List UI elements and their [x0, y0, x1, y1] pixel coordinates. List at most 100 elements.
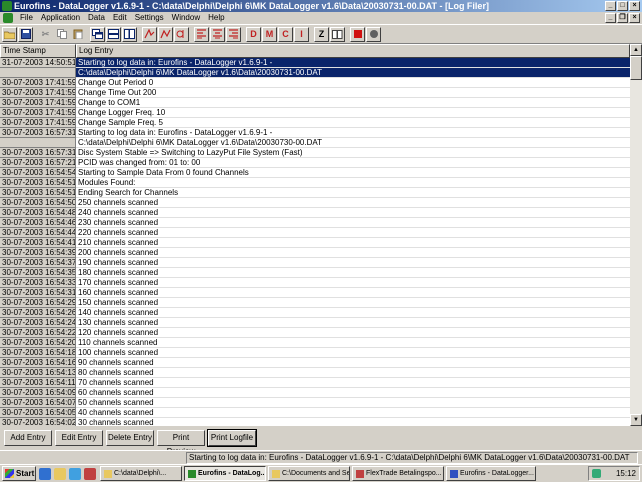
menu-help[interactable]: Help: [204, 12, 228, 24]
column-header-timestamp[interactable]: Time Stamp: [0, 44, 76, 58]
title-bar[interactable]: Eurofins - DataLogger v1.6.9-1 - C:\data…: [0, 0, 642, 12]
table-row[interactable]: 30-07-2003 17:41:59 Change to COM1: [0, 98, 630, 108]
taskbar-button[interactable]: Eurofins - DataLog...: [184, 466, 266, 481]
align-left-icon[interactable]: [194, 26, 209, 42]
module-i-button[interactable]: I: [294, 26, 309, 42]
explorer-quicklaunch-icon[interactable]: [54, 467, 66, 480]
table-row[interactable]: 30-07-2003 16:54:44 220 channels scanned: [0, 228, 630, 238]
zoom-z-button[interactable]: Z: [314, 26, 329, 42]
table-row[interactable]: C:\data\Delphi\Delphi 6\MK DataLogger v1…: [0, 138, 630, 148]
book-icon[interactable]: [330, 26, 345, 42]
app-icon[interactable]: [2, 1, 12, 11]
table-row[interactable]: 30-07-2003 16:54:13 80 channels scanned: [0, 368, 630, 378]
scroll-down-button[interactable]: ▼: [630, 414, 642, 426]
minimize-button[interactable]: _: [605, 1, 616, 11]
table-row[interactable]: 30-07-2003 17:41:59 Change Time Out 200: [0, 88, 630, 98]
taskbar-button[interactable]: C:\Documents and Se...: [268, 466, 350, 481]
table-row[interactable]: 30-07-2003 16:57:31 Disc System Stable =>…: [0, 148, 630, 158]
table-row[interactable]: 30-07-2003 17:41:59 Change Out Period 0: [0, 78, 630, 88]
start-button[interactable]: Start: [2, 466, 36, 481]
vertical-scrollbar[interactable]: ▲ ▼: [630, 44, 642, 426]
tray-network-icon[interactable]: [592, 469, 601, 478]
close-button[interactable]: ×: [629, 1, 640, 11]
table-row[interactable]: 30-07-2003 16:57:21 PCID was changed from…: [0, 158, 630, 168]
paste-icon[interactable]: [70, 27, 85, 42]
table-row[interactable]: 30-07-2003 16:54:07 50 channels scanned: [0, 398, 630, 408]
delete-entry-button[interactable]: Delete Entry: [106, 430, 154, 446]
menu-application[interactable]: Application: [37, 12, 84, 24]
table-row[interactable]: 30-07-2003 16:54:11 70 channels scanned: [0, 378, 630, 388]
menu-data[interactable]: Data: [84, 12, 109, 24]
app-quicklaunch-icon[interactable]: [84, 467, 96, 480]
child-close-button[interactable]: ×: [629, 13, 640, 23]
table-row[interactable]: 30-07-2003 16:54:26 140 channels scanned: [0, 308, 630, 318]
table-row[interactable]: C:\data\Delphi\Delphi 6\MK DataLogger v1…: [0, 68, 630, 78]
table-row[interactable]: 30-07-2003 16:54:18 100 channels scanned: [0, 348, 630, 358]
table-row[interactable]: 30-07-2003 16:54:39 200 channels scanned: [0, 248, 630, 258]
child-restore-button[interactable]: ❐: [617, 13, 628, 23]
log-grid[interactable]: Time Stamp Log Entry 31-07-2003 14:50:51…: [0, 44, 630, 426]
table-row[interactable]: 30-07-2003 16:54:29 150 channels scanned: [0, 298, 630, 308]
clock[interactable]: 15:12: [616, 469, 636, 478]
table-row[interactable]: 30-07-2003 16:57:31 Starting to log data …: [0, 128, 630, 138]
table-row[interactable]: 30-07-2003 16:54:46 230 channels scanned: [0, 218, 630, 228]
maximize-button[interactable]: □: [617, 1, 628, 11]
taskbar-button[interactable]: C:\data\Delphi\...: [100, 466, 182, 481]
cascade-windows-icon[interactable]: [90, 26, 105, 42]
child-minimize-button[interactable]: _: [605, 13, 616, 23]
align-right-icon[interactable]: [226, 26, 241, 42]
module-d-button[interactable]: D: [246, 26, 261, 42]
save-icon[interactable]: [18, 26, 33, 42]
table-row[interactable]: 30-07-2003 16:54:22 120 channels scanned: [0, 328, 630, 338]
mdi-child-icon[interactable]: [3, 13, 13, 23]
menu-file[interactable]: File: [16, 12, 37, 24]
table-row[interactable]: 30-07-2003 16:54:41 210 channels scanned: [0, 238, 630, 248]
table-row[interactable]: 30-07-2003 16:54:16 90 channels scanned: [0, 358, 630, 368]
tile-horizontal-icon[interactable]: [106, 26, 121, 42]
print-preview-button[interactable]: Print Preview: [157, 430, 205, 456]
table-row[interactable]: 30-07-2003 16:54:33 170 channels scanned: [0, 278, 630, 288]
table-row[interactable]: 30-07-2003 16:54:02 30 channels scanned: [0, 418, 630, 426]
table-row[interactable]: 30-07-2003 16:54:09 60 channels scanned: [0, 388, 630, 398]
table-row[interactable]: 30-07-2003 16:54:20 110 channels scanned: [0, 338, 630, 348]
table-row[interactable]: 30-07-2003 16:54:54 Starting to Sample Da…: [0, 168, 630, 178]
table-row[interactable]: 30-07-2003 16:54:31 160 channels scanned: [0, 288, 630, 298]
table-row[interactable]: 30-07-2003 16:54:05 40 channels scanned: [0, 408, 630, 418]
table-row[interactable]: 31-07-2003 14:50:51 Starting to log data …: [0, 58, 630, 68]
table-row[interactable]: 30-07-2003 16:54:51 Ending Search for Cha…: [0, 188, 630, 198]
taskbar-button[interactable]: FlexTrade Betalingspo...: [352, 466, 444, 481]
align-center-icon[interactable]: [210, 26, 225, 42]
stop-icon[interactable]: [350, 26, 365, 42]
table-row[interactable]: 30-07-2003 17:41:59 Change Sample Freq. 5: [0, 118, 630, 128]
ie-quicklaunch-icon[interactable]: [39, 467, 51, 480]
edit-entry-button[interactable]: Edit Entry: [55, 430, 103, 446]
table-row[interactable]: 30-07-2003 16:54:48 240 channels scanned: [0, 208, 630, 218]
cut-icon[interactable]: ✂: [38, 27, 53, 42]
tile-vertical-icon[interactable]: [122, 26, 137, 42]
table-row[interactable]: 30-07-2003 17:41:59 Change Logger Freq. 1…: [0, 108, 630, 118]
table-row[interactable]: 30-07-2003 16:54:24 130 channels scanned: [0, 318, 630, 328]
table-row[interactable]: 30-07-2003 16:54:51 Modules Found:: [0, 178, 630, 188]
open-folder-icon[interactable]: [2, 26, 17, 42]
module-c-button[interactable]: C: [278, 26, 293, 42]
table-row[interactable]: 30-07-2003 16:54:37 190 channels scanned: [0, 258, 630, 268]
table-row[interactable]: 30-07-2003 16:54:35 180 channels scanned: [0, 268, 630, 278]
module-m-button[interactable]: M: [262, 26, 277, 42]
scroll-thumb[interactable]: [630, 56, 642, 80]
column-header-log-entry[interactable]: Log Entry: [76, 44, 630, 58]
menu-window[interactable]: Window: [168, 12, 204, 24]
record-icon[interactable]: [366, 26, 381, 42]
table-row[interactable]: 30-07-2003 16:54:50 250 channels scanned: [0, 198, 630, 208]
chart-zoom-icon[interactable]: [158, 26, 173, 42]
timestamp-cell: 30-07-2003 16:54:51: [0, 188, 76, 198]
chart-pen-icon[interactable]: [142, 26, 157, 42]
desktop-quicklaunch-icon[interactable]: [69, 467, 81, 480]
taskbar-button[interactable]: Eurofins - DataLogger...: [446, 466, 536, 481]
menu-settings[interactable]: Settings: [131, 12, 168, 24]
print-logfile-button[interactable]: Print Logfile: [207, 429, 257, 447]
add-entry-button[interactable]: Add Entry: [4, 430, 52, 446]
scroll-up-button[interactable]: ▲: [630, 44, 642, 56]
copy-icon[interactable]: [54, 27, 69, 42]
chart-channels-icon[interactable]: [174, 26, 189, 42]
menu-edit[interactable]: Edit: [109, 12, 131, 24]
